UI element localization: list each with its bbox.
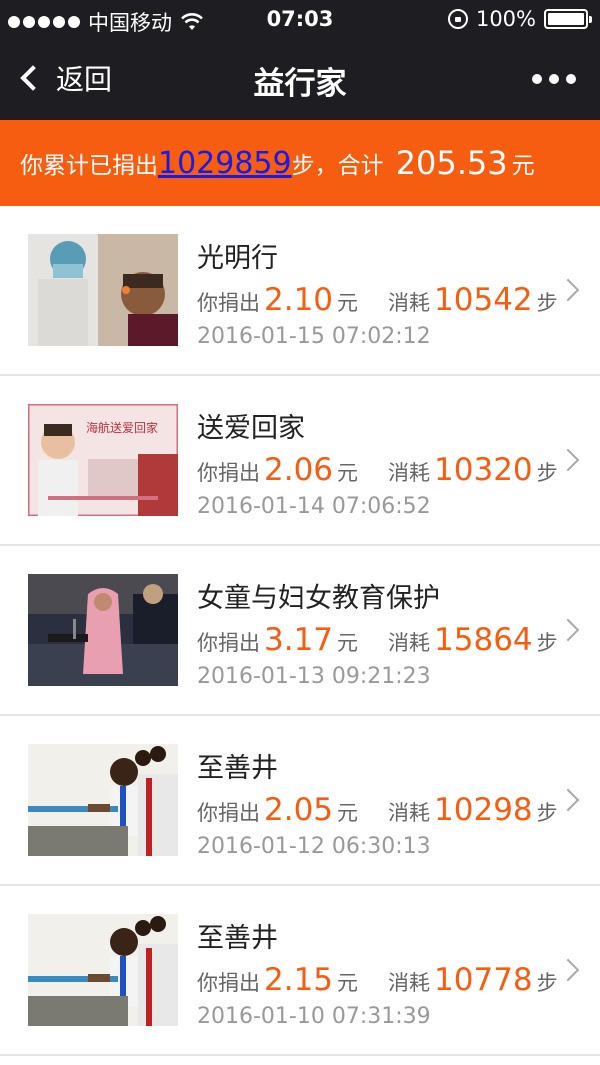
rotation-lock-icon [447, 9, 468, 29]
summary-banner: 你累计已捐出 1029859 步，合计 205.53 元 [0, 120, 600, 206]
chevron-right-icon [556, 618, 580, 642]
donated-label: 你捐出 [197, 461, 260, 485]
battery-percent: 100% [475, 7, 536, 31]
consumed-steps: 15864 [434, 622, 533, 658]
item-stats: 你捐出 2.06 元 消耗 10320 步 [197, 452, 558, 488]
yuan-unit: 元 [337, 971, 359, 995]
yuan-unit: 元 [337, 801, 359, 825]
donated-amount: 3.17 [264, 622, 334, 658]
donation-item[interactable]: 光明行 你捐出 2.10 元 消耗 10542 步 2016-01-15 07:… [0, 206, 600, 376]
donated-amount: 2.15 [264, 962, 334, 998]
consumed-label: 消耗 [388, 801, 431, 825]
consumed-steps: 10542 [434, 282, 533, 318]
summary-amount-unit: 元 [511, 153, 535, 179]
item-stats: 你捐出 3.17 元 消耗 15864 步 [197, 622, 558, 658]
more-options-button[interactable] [532, 74, 576, 84]
steps-unit: 步 [536, 631, 558, 655]
summary-steps-unit: 步，合计 [291, 153, 384, 179]
home-trip-poster-icon: 海航送爱回家 [28, 404, 178, 516]
total-steps-link[interactable]: 1029859 [158, 146, 292, 181]
steps-unit: 步 [536, 971, 558, 995]
project-thumbnail [28, 914, 178, 1026]
donation-date: 2016-01-14 07:06:52 [197, 494, 431, 519]
project-thumbnail [28, 744, 178, 856]
nav-bar: 返回 益行家 [0, 40, 600, 120]
summary-prefix: 你累计已捐出 [20, 153, 158, 179]
yuan-unit: 元 [337, 291, 359, 315]
eye-exam-photo-icon [28, 234, 178, 346]
donation-list: 光明行 你捐出 2.10 元 消耗 10542 步 2016-01-15 07:… [0, 206, 600, 1056]
project-title: 至善井 [197, 923, 278, 954]
yuan-unit: 元 [337, 631, 359, 655]
donated-label: 你捐出 [197, 971, 260, 995]
status-right: 100% [447, 7, 592, 31]
steps-unit: 步 [536, 801, 558, 825]
children-water-photo-icon [28, 744, 178, 856]
consumed-steps: 10778 [434, 962, 533, 998]
donation-date: 2016-01-13 09:21:23 [197, 664, 431, 689]
chevron-right-icon [556, 958, 580, 982]
donation-date: 2016-01-15 07:02:12 [197, 324, 431, 349]
poster-caption: 海航送爱回家 [86, 420, 158, 435]
donated-label: 你捐出 [197, 631, 260, 655]
status-bar: 中国移动 07:03 100% [0, 0, 600, 40]
donated-label: 你捐出 [197, 291, 260, 315]
consumed-label: 消耗 [388, 971, 431, 995]
consumed-steps: 10320 [434, 452, 533, 488]
speech-photo-icon [28, 574, 178, 686]
donation-date: 2016-01-12 06:30:13 [197, 834, 431, 859]
donation-item[interactable]: 至善井 你捐出 2.05 元 消耗 10298 步 2016-01-12 06:… [0, 716, 600, 886]
consumed-label: 消耗 [388, 461, 431, 485]
donation-item[interactable]: 至善井 你捐出 2.15 元 消耗 10778 步 2016-01-10 07:… [0, 886, 600, 1056]
project-title: 光明行 [197, 243, 278, 274]
item-stats: 你捐出 2.05 元 消耗 10298 步 [197, 792, 558, 828]
chevron-right-icon [556, 278, 580, 302]
donation-item[interactable]: 海航送爱回家 送爱回家 你捐出 2.06 元 消耗 10320 步 2016-0… [0, 376, 600, 546]
yuan-unit: 元 [337, 461, 359, 485]
consumed-steps: 10298 [434, 792, 533, 828]
donation-date: 2016-01-10 07:31:39 [197, 1004, 431, 1029]
battery-icon [544, 9, 592, 29]
donated-label: 你捐出 [197, 801, 260, 825]
chevron-right-icon [556, 788, 580, 812]
steps-unit: 步 [536, 461, 558, 485]
project-thumbnail [28, 574, 178, 686]
donated-amount: 2.10 [264, 282, 334, 318]
consumed-label: 消耗 [388, 631, 431, 655]
project-thumbnail [28, 234, 178, 346]
project-thumbnail: 海航送爱回家 [28, 404, 178, 516]
chevron-right-icon [556, 448, 580, 472]
project-title: 送爱回家 [197, 413, 305, 444]
item-stats: 你捐出 2.15 元 消耗 10778 步 [197, 962, 558, 998]
steps-unit: 步 [536, 291, 558, 315]
donated-amount: 2.06 [264, 452, 334, 488]
children-water-photo-icon [28, 914, 178, 1026]
donated-amount: 2.05 [264, 792, 334, 828]
project-title: 女童与妇女教育保护 [197, 583, 440, 614]
page-title: 益行家 [253, 66, 347, 102]
consumed-label: 消耗 [388, 291, 431, 315]
donation-item[interactable]: 女童与妇女教育保护 你捐出 3.17 元 消耗 15864 步 2016-01-… [0, 546, 600, 716]
project-title: 至善井 [197, 753, 278, 784]
item-stats: 你捐出 2.10 元 消耗 10542 步 [197, 282, 558, 318]
total-amount: 205.53 [395, 144, 508, 182]
